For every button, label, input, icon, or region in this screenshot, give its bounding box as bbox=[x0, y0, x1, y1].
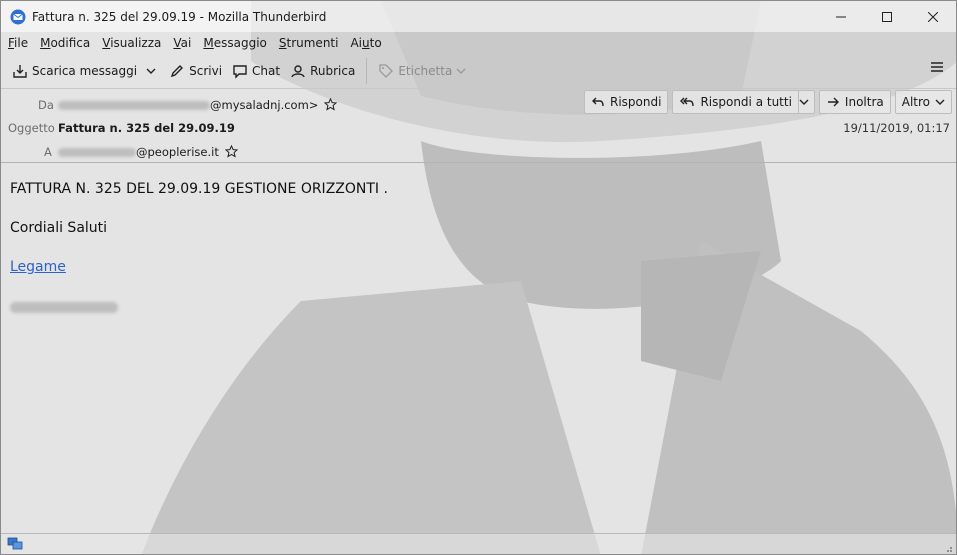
window-title: Fattura n. 325 del 29.09.19 - Mozilla Th… bbox=[32, 9, 327, 24]
menu-visualizza[interactable]: Visualizza bbox=[102, 36, 161, 50]
reply-button[interactable]: Rispondi bbox=[583, 90, 669, 114]
message-date: 19/11/2019, 01:17 bbox=[843, 121, 950, 135]
body-line-greeting: Cordiali Saluti bbox=[10, 220, 108, 236]
download-icon bbox=[13, 65, 27, 78]
more-label: Altro bbox=[901, 95, 930, 109]
tag-button[interactable]: Etichetta bbox=[373, 58, 475, 84]
body-link[interactable]: Legame bbox=[10, 259, 66, 275]
reply-icon bbox=[591, 97, 604, 107]
reply-all-icon bbox=[680, 97, 695, 107]
forward-label: Inoltra bbox=[844, 95, 884, 109]
menu-file[interactable]: File bbox=[8, 36, 28, 50]
maximize-icon bbox=[882, 11, 892, 22]
resize-grip-icon[interactable] bbox=[943, 543, 953, 553]
to-label: A bbox=[44, 145, 52, 159]
star-icon[interactable] bbox=[224, 144, 238, 158]
get-messages-button[interactable]: Scarica messaggi bbox=[7, 58, 142, 84]
thunderbird-app-icon bbox=[10, 9, 26, 24]
chevron-down-icon bbox=[935, 99, 945, 105]
menu-vai[interactable]: Vai bbox=[173, 36, 191, 50]
from-label: Da bbox=[38, 98, 54, 112]
star-icon[interactable] bbox=[323, 97, 338, 111]
chat-label: Chat bbox=[252, 64, 281, 78]
chevron-down-icon bbox=[799, 99, 809, 105]
subject-value: Fattura n. 325 del 29.09.19 bbox=[58, 121, 235, 135]
to-address[interactable]: @peoplerise.it bbox=[58, 144, 238, 159]
reply-all-dropdown[interactable] bbox=[797, 91, 814, 113]
title-bar: Fattura n. 325 del 29.09.19 - Mozilla Th… bbox=[1, 1, 956, 32]
menu-modifica[interactable]: Modifica bbox=[40, 36, 90, 50]
chat-bubble-icon bbox=[233, 65, 247, 79]
app-menu-button[interactable] bbox=[930, 60, 944, 77]
address-book-label: Rubrica bbox=[310, 64, 356, 78]
more-button[interactable]: Altro bbox=[894, 90, 952, 114]
get-messages-dropdown[interactable] bbox=[142, 58, 164, 84]
menu-bar: File Modifica Visualizza Vai Messaggio S… bbox=[1, 32, 956, 53]
menu-messaggio[interactable]: Messaggio bbox=[203, 36, 267, 50]
chat-button[interactable]: Chat bbox=[227, 58, 285, 84]
menu-aiuto[interactable]: Aiuto bbox=[350, 36, 381, 50]
message-header: Da @mysaladnj.com> Oggetto Fattura n. 32… bbox=[1, 88, 956, 163]
close-button[interactable] bbox=[910, 1, 956, 32]
chevron-down-icon bbox=[146, 68, 156, 74]
to-domain: @peoplerise.it bbox=[136, 145, 219, 159]
address-book-button[interactable]: Rubrica bbox=[285, 58, 360, 84]
contacts-icon bbox=[291, 65, 305, 78]
main-toolbar: Scarica messaggi Scrivi Chat Rubrica Eti… bbox=[1, 54, 956, 88]
menu-strumenti[interactable]: Strumenti bbox=[279, 36, 339, 50]
redacted-recipient bbox=[58, 148, 136, 157]
toolbar-separator bbox=[366, 58, 368, 84]
write-label: Scrivi bbox=[189, 64, 223, 78]
close-icon bbox=[928, 11, 938, 22]
from-address[interactable]: @mysaladnj.com> bbox=[58, 97, 338, 112]
redacted-signature bbox=[10, 299, 118, 315]
reply-all-label: Rispondi a tutti bbox=[700, 95, 792, 109]
thunderbird-window: Fattura n. 325 del 29.09.19 - Mozilla Th… bbox=[0, 0, 957, 555]
reply-label: Rispondi bbox=[609, 95, 662, 109]
pencil-icon bbox=[171, 65, 184, 78]
from-domain: @mysaladnj.com> bbox=[210, 98, 319, 112]
reply-all-button[interactable]: Rispondi a tutti bbox=[672, 90, 815, 114]
maximize-button[interactable] bbox=[864, 1, 910, 32]
forward-arrow-icon bbox=[827, 97, 839, 107]
body-line-invoice: FATTURA N. 325 DEL 29.09.19 GESTIONE ORI… bbox=[10, 181, 388, 197]
status-bar bbox=[1, 533, 956, 554]
tag-label: Etichetta bbox=[398, 64, 453, 78]
minimize-button[interactable] bbox=[818, 1, 864, 32]
minimize-icon bbox=[836, 16, 846, 17]
network-status-icon[interactable] bbox=[7, 537, 23, 551]
chevron-down-icon bbox=[456, 68, 466, 74]
subject-label: Oggetto bbox=[8, 121, 55, 135]
redacted-sender-name bbox=[58, 101, 210, 110]
hamburger-menu-icon bbox=[931, 62, 943, 72]
write-button[interactable]: Scrivi bbox=[164, 58, 227, 84]
message-actions: Rispondi Rispondi a tutti Inoltra Altro bbox=[580, 90, 952, 114]
forward-button[interactable]: Inoltra bbox=[818, 90, 891, 114]
tag-icon bbox=[379, 64, 394, 78]
get-messages-label: Scarica messaggi bbox=[32, 64, 138, 78]
